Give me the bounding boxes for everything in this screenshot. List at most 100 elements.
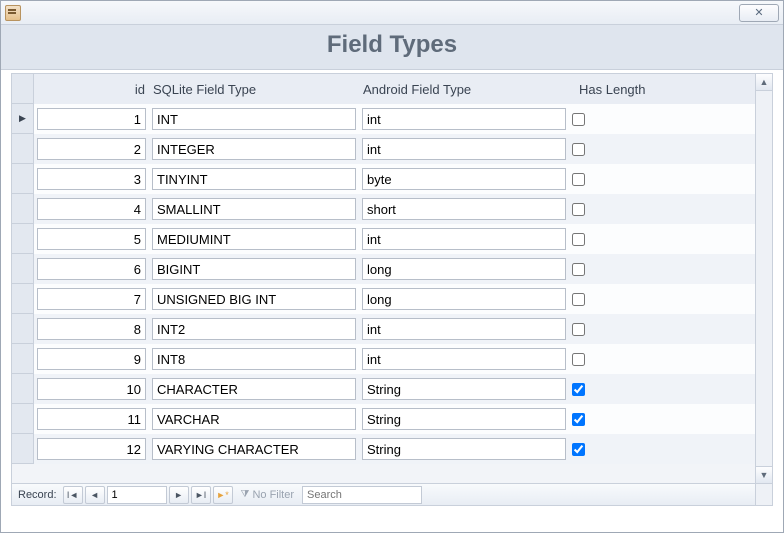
sqlite-type-field[interactable] — [152, 258, 356, 280]
sqlite-type-field[interactable] — [152, 348, 356, 370]
table-row — [12, 344, 755, 374]
id-field[interactable] — [37, 138, 146, 160]
sqlite-type-field[interactable] — [152, 438, 356, 460]
nav-prev-button[interactable]: ◄ — [85, 486, 105, 504]
android-type-field[interactable] — [362, 228, 566, 250]
grid-wrap: id SQLite Field Type Android Field Type … — [12, 74, 772, 505]
row-selector[interactable] — [12, 344, 34, 374]
id-field[interactable] — [37, 108, 146, 130]
has-length-checkbox[interactable] — [572, 203, 585, 216]
sqlite-type-field[interactable] — [152, 168, 356, 190]
android-type-field[interactable] — [362, 198, 566, 220]
sqlite-type-field[interactable] — [152, 288, 356, 310]
nav-new-button[interactable]: ►* — [213, 486, 233, 504]
col-header-android[interactable]: Android Field Type — [359, 82, 569, 97]
row-selector[interactable] — [12, 374, 34, 404]
has-length-checkbox[interactable] — [572, 353, 585, 366]
column-header-row: id SQLite Field Type Android Field Type … — [12, 74, 755, 104]
titlebar: ✕ — [1, 1, 783, 25]
id-field[interactable] — [37, 438, 146, 460]
col-header-sqlite[interactable]: SQLite Field Type — [149, 82, 359, 97]
android-type-field[interactable] — [362, 258, 566, 280]
datasheet-grid: id SQLite Field Type Android Field Type … — [12, 74, 755, 483]
android-type-field[interactable] — [362, 138, 566, 160]
scroll-down-icon[interactable]: ▼ — [756, 466, 772, 483]
nav-last-button[interactable]: ►I — [191, 486, 211, 504]
row-selector[interactable] — [12, 434, 34, 464]
form-icon — [5, 5, 21, 21]
row-selector[interactable] — [12, 134, 34, 164]
android-type-field[interactable] — [362, 288, 566, 310]
sqlite-type-field[interactable] — [152, 228, 356, 250]
table-row — [12, 284, 755, 314]
table-row — [12, 374, 755, 404]
no-filter-label: No Filter — [252, 489, 294, 501]
id-field[interactable] — [37, 288, 146, 310]
has-length-checkbox[interactable] — [572, 113, 585, 126]
sqlite-type-field[interactable] — [152, 318, 356, 340]
sqlite-type-field[interactable] — [152, 108, 356, 130]
has-length-checkbox[interactable] — [572, 233, 585, 246]
table-row — [12, 164, 755, 194]
id-field[interactable] — [37, 198, 146, 220]
has-length-checkbox[interactable] — [572, 383, 585, 396]
row-selector-header[interactable] — [12, 74, 34, 104]
table-row — [12, 194, 755, 224]
row-selector[interactable] — [12, 404, 34, 434]
android-type-field[interactable] — [362, 408, 566, 430]
id-field[interactable] — [37, 378, 146, 400]
has-length-checkbox[interactable] — [572, 143, 585, 156]
android-type-field[interactable] — [362, 438, 566, 460]
row-selector[interactable] — [12, 164, 34, 194]
nav-first-button[interactable]: I◄ — [63, 486, 83, 504]
search-input[interactable] — [302, 486, 422, 504]
sqlite-type-field[interactable] — [152, 408, 356, 430]
has-length-checkbox[interactable] — [572, 293, 585, 306]
id-field[interactable] — [37, 168, 146, 190]
has-length-checkbox[interactable] — [572, 443, 585, 456]
row-selector[interactable] — [12, 314, 34, 344]
has-length-checkbox[interactable] — [572, 263, 585, 276]
sqlite-type-field[interactable] — [152, 198, 356, 220]
row-selector[interactable] — [12, 194, 34, 224]
android-type-field[interactable] — [362, 108, 566, 130]
close-button[interactable]: ✕ — [739, 4, 779, 22]
id-field[interactable] — [37, 228, 146, 250]
current-record-input[interactable] — [107, 486, 167, 504]
row-selector[interactable] — [12, 224, 34, 254]
vertical-scrollbar[interactable]: ▲ ▼ — [755, 74, 772, 483]
id-field[interactable] — [37, 408, 146, 430]
android-type-field[interactable] — [362, 348, 566, 370]
access-form-window: ✕ Field Types id SQLite Field Type Andro… — [0, 0, 784, 533]
android-type-field[interactable] — [362, 168, 566, 190]
table-row — [12, 404, 755, 434]
has-length-checkbox[interactable] — [572, 173, 585, 186]
id-field[interactable] — [37, 318, 146, 340]
android-type-field[interactable] — [362, 378, 566, 400]
table-row — [12, 134, 755, 164]
funnel-icon: ⧩ — [241, 489, 250, 500]
sqlite-type-field[interactable] — [152, 378, 356, 400]
col-header-id[interactable]: id — [34, 82, 149, 97]
table-row — [12, 104, 755, 134]
has-length-checkbox[interactable] — [572, 413, 585, 426]
record-label: Record: — [14, 489, 61, 501]
android-type-field[interactable] — [362, 318, 566, 340]
nav-next-button[interactable]: ► — [169, 486, 189, 504]
scroll-up-icon[interactable]: ▲ — [756, 74, 772, 91]
table-row — [12, 254, 755, 284]
record-navigator: Record: I◄ ◄ ► ►I ►* ⧩ No Filter — [12, 483, 755, 505]
resize-grip[interactable] — [755, 483, 772, 505]
col-header-haslength[interactable]: Has Length — [569, 82, 649, 97]
table-row — [12, 434, 755, 464]
id-field[interactable] — [37, 348, 146, 370]
table-row — [12, 314, 755, 344]
row-selector[interactable] — [12, 254, 34, 284]
has-length-checkbox[interactable] — [572, 323, 585, 336]
row-selector[interactable] — [12, 104, 34, 134]
close-icon: ✕ — [754, 6, 763, 19]
no-filter-indicator: ⧩ No Filter — [235, 489, 300, 501]
id-field[interactable] — [37, 258, 146, 280]
row-selector[interactable] — [12, 284, 34, 314]
sqlite-type-field[interactable] — [152, 138, 356, 160]
